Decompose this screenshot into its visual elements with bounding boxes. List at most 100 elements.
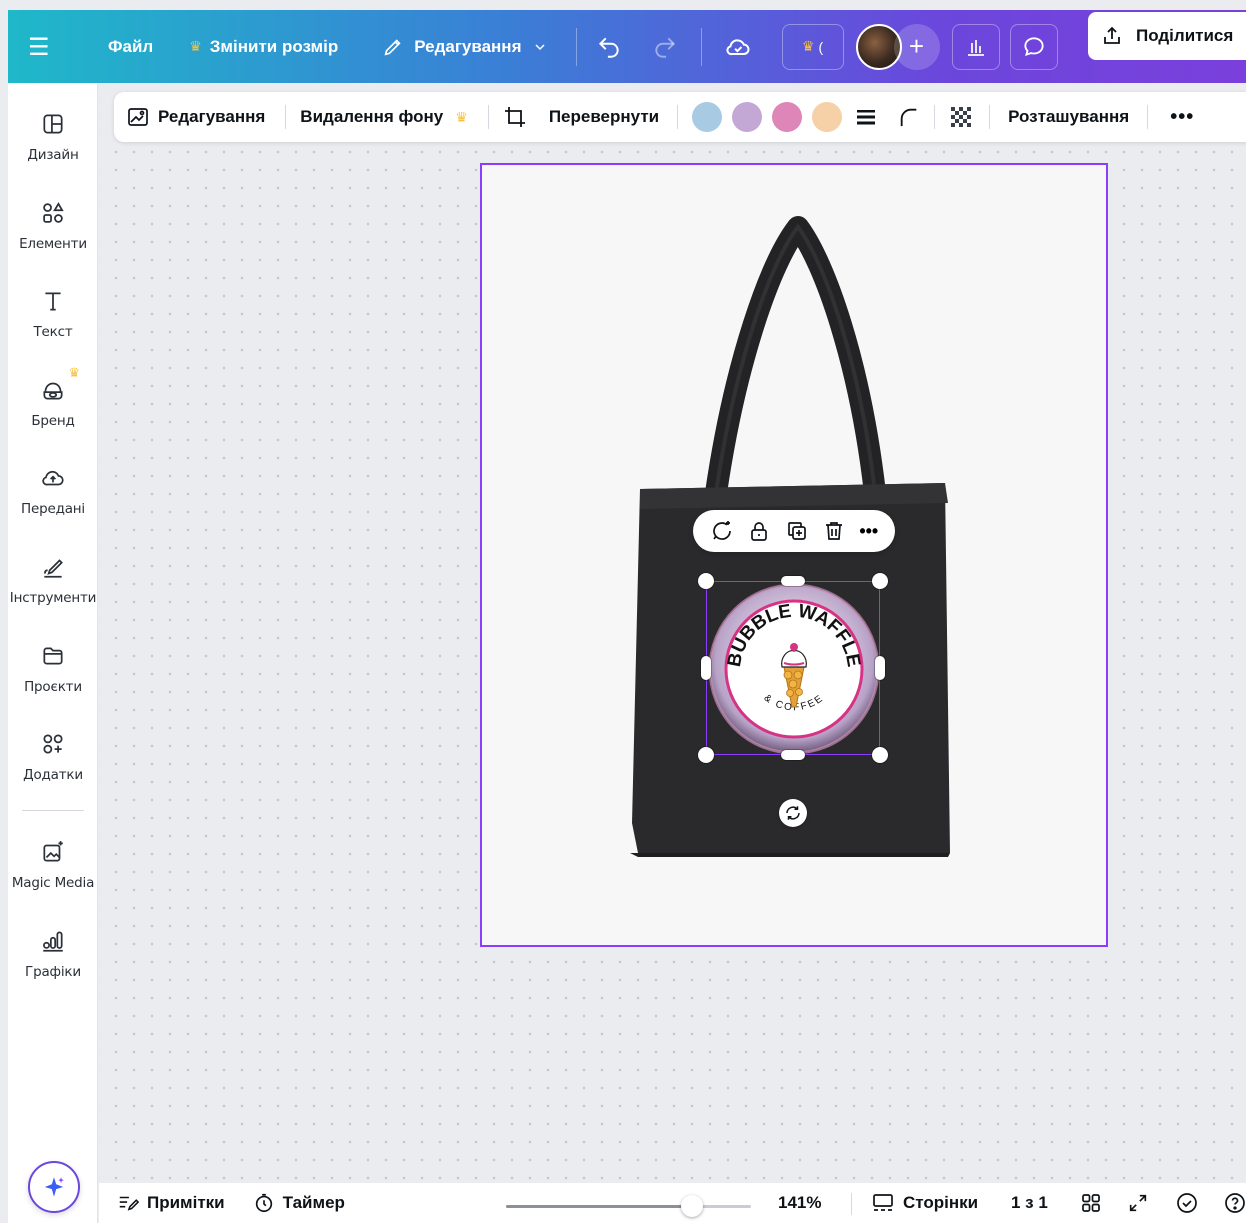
comments-button[interactable] (1009, 23, 1058, 70)
border-style-button[interactable] (854, 105, 878, 129)
resize-handle-bottom-right[interactable] (872, 747, 888, 763)
zoom-slider-thumb[interactable] (681, 1195, 704, 1217)
edit-image-button[interactable]: Редагування (126, 105, 265, 129)
corner-rounding-icon (900, 108, 917, 127)
divider (575, 27, 577, 66)
sidebar-item-apps[interactable]: Додатки (8, 729, 98, 783)
border-weight-icon (857, 110, 876, 125)
remove-background-label: Видалення фону (300, 107, 444, 126)
sidebar-item-design[interactable]: Дизайн (8, 109, 98, 163)
upgrade-button[interactable]: ♛ ( (781, 23, 844, 70)
timer-label: Таймер (282, 1193, 345, 1212)
sidebar-item-charts[interactable]: Графіки (8, 926, 98, 980)
edit-image-label: Редагування (158, 107, 266, 126)
layout-icon (38, 109, 68, 139)
color-swatch[interactable] (732, 102, 763, 132)
resize-handle-top-left[interactable] (698, 573, 714, 589)
add-collaborator-button[interactable]: + (893, 23, 940, 70)
transparency-icon (951, 107, 972, 127)
color-swatch[interactable] (772, 102, 803, 132)
sidebar-item-label: Magic Media (11, 875, 95, 891)
magic-assistant-button[interactable] (28, 1161, 80, 1213)
divider (285, 105, 287, 129)
file-menu[interactable]: Файл (108, 37, 153, 57)
timer-icon (255, 1193, 272, 1213)
sidebar-item-projects[interactable]: Проєкти (8, 641, 98, 695)
color-swatch[interactable] (812, 102, 843, 132)
pencil-icon (384, 38, 401, 55)
help-icon[interactable] (1223, 1191, 1246, 1215)
resize-handle-right[interactable] (875, 656, 885, 680)
sidebar-item-label: Інструменти (9, 590, 97, 606)
edit-mode-label: Редагування (414, 36, 522, 56)
trash-icon[interactable] (822, 519, 846, 543)
zoom-value[interactable]: 141% (778, 1193, 821, 1213)
sidebar-item-label: Елементи (19, 236, 87, 252)
resize-handle-bottom[interactable] (781, 750, 805, 760)
zoom-slider[interactable] (506, 1195, 751, 1217)
sidebar-item-label: Дизайн (27, 147, 79, 163)
notes-button[interactable]: Примітки (117, 1192, 225, 1214)
resize-handle-left[interactable] (701, 656, 711, 680)
left-sidebar: Дизайн Елементи Текст ♛ Бренд Передані І… (8, 83, 98, 1223)
hamburger-menu-icon[interactable]: ☰ (28, 33, 80, 61)
cloud-upload-icon (38, 463, 68, 493)
redo-icon (654, 37, 675, 58)
fullscreen-icon[interactable] (1127, 1192, 1149, 1214)
crown-icon: ♛ (801, 38, 815, 54)
sidebar-item-uploads[interactable]: Передані (8, 463, 98, 517)
pages-label: Сторінки (903, 1193, 979, 1212)
sidebar-item-elements[interactable]: Елементи (8, 198, 98, 252)
grid-view-icon[interactable] (1079, 1191, 1103, 1215)
undo-button[interactable] (581, 24, 637, 70)
redo-button[interactable] (637, 24, 693, 70)
cloud-save-button[interactable] (708, 24, 768, 70)
notes-label: Примітки (147, 1193, 225, 1212)
flip-button[interactable]: Перевернути (549, 107, 659, 127)
sidebar-item-label: Передані (21, 501, 85, 517)
corner-rounding-button[interactable] (898, 106, 920, 128)
magic-comment-icon[interactable] (710, 519, 734, 543)
rotate-icon (786, 806, 800, 820)
bottom-bar: Примітки Таймер 141% Сторінки 1 з 1 (99, 1183, 1246, 1223)
comment-icon (1023, 36, 1044, 56)
check-circle-icon[interactable] (1175, 1191, 1199, 1215)
undo-icon (598, 37, 619, 58)
resize-handle-top-right[interactable] (872, 573, 888, 589)
sidebar-item-brand[interactable]: ♛ Бренд (8, 365, 98, 429)
resize-label: Змінити розмір (209, 36, 339, 56)
sidebar-item-tools[interactable]: Інструменти (8, 552, 98, 606)
design-page[interactable]: BUBBLE WAFFLE & COFFEE (480, 163, 1108, 947)
progress-ring-icon: ( (818, 38, 824, 55)
resize-button[interactable]: ♛ Змінити розмір (189, 37, 338, 57)
position-button[interactable]: Розташування (1008, 107, 1129, 127)
pages-button[interactable]: Сторінки (871, 1191, 978, 1215)
more-options-icon[interactable]: ••• (859, 521, 878, 542)
color-swatch[interactable] (692, 102, 723, 132)
share-button[interactable]: Поділитися (1088, 12, 1246, 60)
insights-button[interactable] (951, 23, 1000, 70)
crown-icon: ♛ (189, 38, 202, 54)
crop-icon (504, 107, 525, 127)
sidebar-item-label: Текст (33, 324, 73, 340)
duplicate-icon[interactable] (785, 519, 809, 543)
lock-icon[interactable] (747, 519, 771, 543)
remove-background-button[interactable]: Видалення фону ♛ (300, 107, 468, 127)
folder-icon (38, 641, 68, 671)
edit-mode-menu[interactable]: Редагування (382, 36, 547, 58)
tote-bag-image[interactable] (480, 163, 1108, 947)
resize-handle-top[interactable] (781, 576, 805, 586)
zoom-slider-fill (506, 1205, 693, 1208)
sidebar-item-text[interactable]: Текст (8, 286, 98, 340)
image-edit-icon (128, 108, 148, 126)
timer-button[interactable]: Таймер (253, 1192, 345, 1214)
crop-button[interactable] (503, 105, 527, 129)
divider (989, 105, 991, 129)
rotate-handle[interactable] (779, 799, 807, 827)
sidebar-item-magic-media[interactable]: Magic Media (8, 837, 98, 891)
more-options-icon[interactable]: ••• (1170, 106, 1194, 129)
sidebar-item-label: Графіки (25, 964, 81, 980)
transparency-button[interactable] (949, 105, 973, 129)
share-label: Поділитися (1136, 26, 1234, 45)
resize-handle-bottom-left[interactable] (698, 747, 714, 763)
